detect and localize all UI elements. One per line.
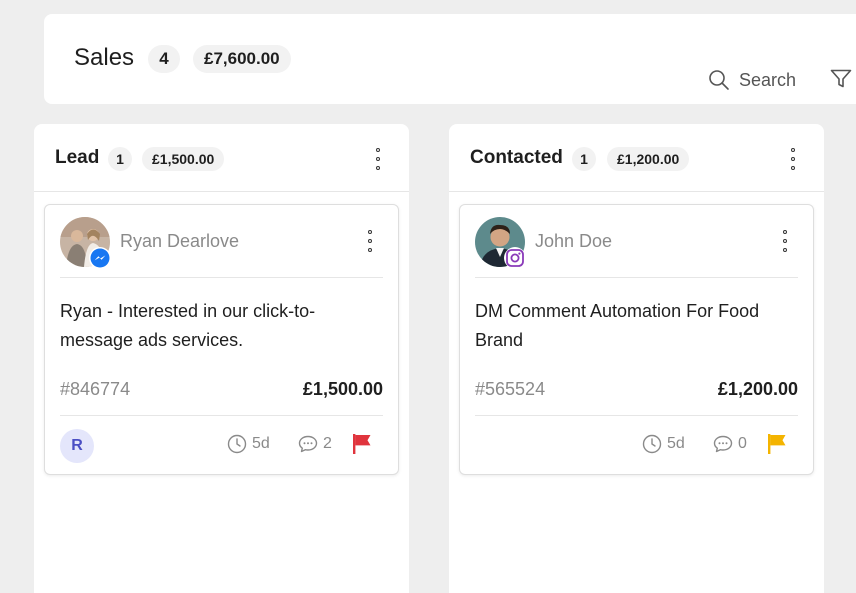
column-total-value: £1,500.00	[142, 147, 225, 171]
card-footer: 5d 0	[475, 415, 798, 476]
contact-name: Ryan Dearlove	[120, 231, 240, 251]
deal-age-value: 5d	[252, 435, 270, 452]
column-title: Lead	[55, 147, 100, 168]
deal-age: 5d	[227, 434, 270, 454]
deal-title: Ryan - Interested in our click-to-messag…	[60, 301, 316, 350]
deal-age: 5d	[642, 434, 685, 454]
comment-count[interactable]: 2	[298, 434, 332, 454]
deal-id: #846774	[60, 379, 131, 399]
search-icon	[709, 70, 729, 90]
search-label: Search	[739, 69, 797, 90]
deal-amount: £1,500.00	[302, 379, 383, 399]
deal-card[interactable]: Ryan Dearlove Ryan - Interested in our c…	[44, 204, 399, 475]
deal-title: DM Comment Automation For Food Brand	[475, 301, 760, 350]
column-header: Contacted 1 £1,200.00	[449, 124, 824, 192]
priority-flag-icon[interactable]	[351, 433, 373, 460]
card-more-options-icon[interactable]	[780, 230, 790, 252]
column-deal-count: 1	[572, 147, 596, 171]
comment-count[interactable]: 0	[713, 434, 747, 454]
clock-icon	[227, 434, 247, 454]
board-deal-count: 4	[148, 45, 180, 73]
comment-count-value: 2	[323, 435, 332, 452]
priority-flag-icon[interactable]	[766, 433, 788, 460]
board-title: Sales	[74, 44, 135, 71]
card-footer: R 5d 2	[60, 415, 383, 476]
contact-name: John Doe	[535, 231, 613, 251]
board-total-value: £7,600.00	[193, 45, 291, 73]
deal-age-value: 5d	[667, 435, 685, 452]
column-more-options-icon[interactable]	[788, 148, 798, 170]
comment-icon	[713, 435, 733, 453]
clock-icon	[642, 434, 662, 454]
instagram-icon	[504, 247, 526, 269]
deal-card[interactable]: John Doe DM Comment Automation For Food …	[459, 204, 814, 475]
column-header: Lead 1 £1,500.00	[34, 124, 409, 192]
assignee-avatar[interactable]: R	[60, 429, 94, 463]
comment-icon	[298, 435, 318, 453]
board-header: Sales 4 £7,600.00 Search	[44, 14, 856, 104]
filter-icon	[830, 69, 852, 88]
pipeline-column-contacted: Contacted 1 £1,200.00 John Doe DM Commen…	[449, 124, 824, 593]
column-total-value: £1,200.00	[607, 147, 690, 171]
deal-amount: £1,200.00	[717, 379, 798, 399]
card-more-options-icon[interactable]	[365, 230, 375, 252]
column-more-options-icon[interactable]	[373, 148, 383, 170]
messenger-icon	[89, 247, 111, 269]
filter-button[interactable]	[830, 69, 852, 94]
comment-count-value: 0	[738, 435, 747, 452]
pipeline-column-lead: Lead 1 £1,500.00 Ryan Dearlove Ryan - In…	[34, 124, 409, 593]
column-title: Contacted	[470, 147, 563, 168]
search-button[interactable]: Search	[708, 67, 796, 93]
deal-id: #565524	[475, 379, 546, 399]
column-deal-count: 1	[108, 147, 132, 171]
